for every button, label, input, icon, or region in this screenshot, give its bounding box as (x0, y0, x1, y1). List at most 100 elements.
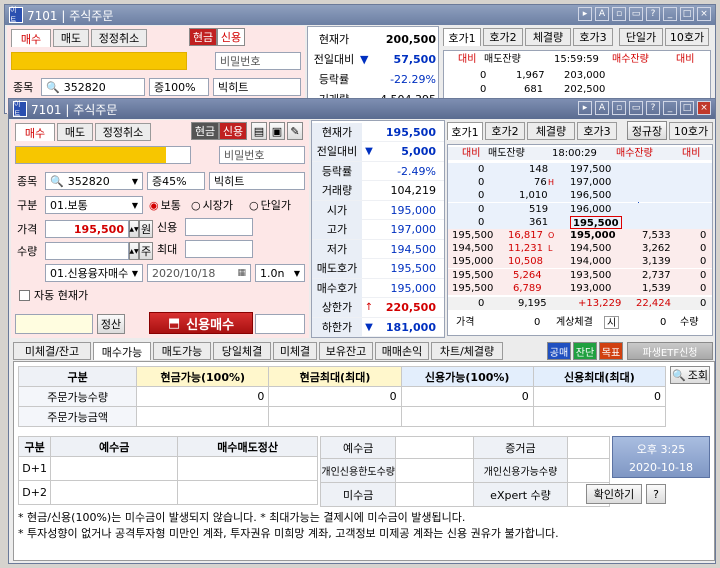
save-icon[interactable]: ▫ (612, 101, 626, 115)
document-icon[interactable]: ▤ (251, 122, 267, 140)
hoga-tab-3[interactable]: 호가3 (577, 122, 617, 140)
loan-type-select[interactable]: 01.신용융자매수 ▼ (45, 264, 143, 282)
hoga-tab-1[interactable]: 호가1 (447, 122, 483, 140)
hoga-tab-volume[interactable]: 체결량 (527, 122, 575, 140)
table-row: 주문가능수량 0 0 0 0 (17, 386, 667, 407)
back-tab-modify[interactable]: 정정취소 (91, 29, 147, 47)
image-icon[interactable]: ▣ (269, 122, 285, 140)
back-cash-button[interactable]: 현금 (189, 28, 217, 46)
credit-field[interactable] (185, 218, 253, 236)
back-hoga-tab-3[interactable]: 호가3 (573, 28, 613, 46)
maximize-icon[interactable]: □ (680, 7, 694, 21)
back-titlebar[interactable]: 이트 7101 | 주식주문 ▸ A ▫ ▭ ? _ □ × (5, 5, 715, 25)
save-icon[interactable]: ▫ (612, 7, 626, 21)
stock-code-field[interactable]: 🔍 352820 ▼ (45, 172, 143, 190)
back-hoga-tab-2[interactable]: 호가2 (483, 28, 523, 46)
back-tab-buy[interactable]: 매수 (11, 29, 51, 47)
bottom-tab-4[interactable]: 미체결 (273, 342, 317, 360)
color-button-1[interactable]: 잔단 (573, 342, 597, 360)
link-icon[interactable]: ▭ (629, 7, 643, 21)
price-input[interactable]: 195,500 (45, 220, 129, 238)
back-password-field[interactable]: 비밀번호 (215, 52, 301, 70)
bottom-tab-6[interactable]: 매매손익 (375, 342, 429, 360)
back-account-field[interactable] (11, 52, 187, 70)
back-stock-code-field[interactable]: 🔍 352820 (41, 78, 145, 96)
help-icon[interactable]: ? (646, 7, 660, 21)
derivative-etf-button[interactable]: 파생ETF신청 (627, 342, 713, 360)
credit-buy-button[interactable]: ⬒ 신용매수 (149, 312, 253, 334)
max-field[interactable] (185, 240, 253, 258)
close-icon[interactable]: × (697, 7, 711, 21)
font-icon[interactable]: A (595, 101, 609, 115)
back-credit-button[interactable]: 신용 (217, 28, 245, 46)
bottom-tab-5[interactable]: 보유잔고 (319, 342, 373, 360)
back-tab-sell[interactable]: 매도 (53, 29, 89, 47)
bottom-tab-2[interactable]: 매도가능 (153, 342, 211, 360)
chevron-down-icon[interactable]: ▼ (132, 177, 138, 186)
cash-button[interactable]: 현금 (191, 122, 219, 140)
maximize-icon[interactable]: □ (680, 101, 694, 115)
quantity-stepper[interactable]: ▲▼ (129, 242, 139, 260)
share-button[interactable]: 주 (139, 242, 153, 260)
price-label: 가격 (17, 223, 38, 236)
minimize-icon[interactable]: _ (663, 101, 677, 115)
order-result-field (255, 314, 305, 334)
hoga-tab-10[interactable]: 10호가 (669, 122, 713, 140)
menu-icon[interactable]: ▸ (578, 101, 592, 115)
menu-icon[interactable]: ▸ (578, 7, 592, 21)
radio-normal[interactable]: ◉ 보통 (149, 196, 181, 214)
minimize-icon[interactable]: _ (663, 7, 677, 21)
tab-modify-cancel[interactable]: 정정취소 (95, 123, 151, 141)
front-titlebar[interactable]: 이트 7101 | 주식주문 ▸ A ▫ ▭ ? _ □ × (9, 99, 715, 119)
ask-row: 0 148 197,500 (448, 163, 712, 176)
account-field[interactable] (15, 146, 191, 164)
price-stepper[interactable]: ▲▼ (129, 220, 139, 238)
chevron-down-icon[interactable]: ▼ (294, 269, 300, 278)
link-icon[interactable]: ▭ (629, 101, 643, 115)
bottom-tab-bar: 미체결/잔고 매수가능 매도가능 당일체결 미체결 보유잔고 매매손익 차트/체결량 공매 잔단 목… (13, 341, 715, 361)
bottom-tab-3[interactable]: 당일체결 (213, 342, 271, 360)
bottom-tab-7[interactable]: 차트/체결량 (431, 342, 503, 360)
search-icon[interactable]: 🔍 (50, 175, 64, 188)
regular-session-button[interactable]: 정규장 (627, 121, 667, 140)
date-field[interactable]: 2020/10/18 ▦ (147, 264, 251, 282)
tab-buy[interactable]: 매수 (15, 123, 55, 141)
chevron-down-icon[interactable]: ▼ (132, 269, 138, 278)
back-stock-name-field: 빅히트 (213, 78, 301, 96)
order-type-select[interactable]: 01.보통 ▼ (45, 196, 143, 214)
tool-icon[interactable]: ✎ (287, 122, 303, 140)
order-note-field[interactable] (15, 314, 93, 334)
stock-name-field: 빅히트 (209, 172, 305, 190)
bottom-tab-1[interactable]: 매수가능 (93, 342, 151, 360)
price-row: 고가 197,000 (312, 220, 444, 240)
quantity-input[interactable] (45, 242, 129, 260)
won-button[interactable]: 원 (139, 220, 153, 238)
radio-single[interactable]: ○ 단일가 (249, 196, 291, 214)
radio-market[interactable]: ○ 시장가 (191, 196, 233, 214)
radio-checked-icon: ◉ (149, 198, 159, 212)
table-header-row: 구분 예수금 매수매도정산 (17, 436, 318, 457)
back-hoga-tab-1[interactable]: 호가1 (443, 28, 481, 46)
credit-button[interactable]: 신용 (219, 122, 247, 140)
calendar-icon[interactable]: ▦ (237, 268, 246, 278)
font-icon[interactable]: A (595, 7, 609, 21)
back-hoga-tab-volume[interactable]: 체결량 (525, 28, 571, 46)
period-select[interactable]: 1.0n ▼ (255, 264, 305, 282)
color-button-2[interactable]: 목표 (599, 342, 623, 360)
settle-button[interactable]: 정산 (97, 314, 125, 334)
search-button[interactable]: 🔍 조회 (670, 366, 710, 384)
password-field[interactable]: 비밀번호 (219, 146, 305, 164)
back-hoga-tab-single[interactable]: 단일가 (619, 28, 663, 46)
search-icon[interactable]: 🔍 (46, 81, 60, 94)
auto-price-checkbox[interactable]: 자동 현재가 (19, 286, 88, 304)
color-button-0[interactable]: 공매 (547, 342, 571, 360)
help-button[interactable]: ? (646, 484, 666, 504)
back-hoga-tab-10[interactable]: 10호가 (665, 28, 709, 46)
chevron-down-icon[interactable]: ▼ (132, 201, 138, 210)
close-icon[interactable]: × (697, 101, 711, 115)
tab-sell[interactable]: 매도 (57, 123, 93, 141)
bottom-tab-0[interactable]: 미체결/잔고 (13, 342, 91, 360)
confirm-button[interactable]: 확인하기 (586, 484, 642, 504)
help-icon[interactable]: ? (646, 101, 660, 115)
hoga-tab-2[interactable]: 호가2 (485, 122, 525, 140)
